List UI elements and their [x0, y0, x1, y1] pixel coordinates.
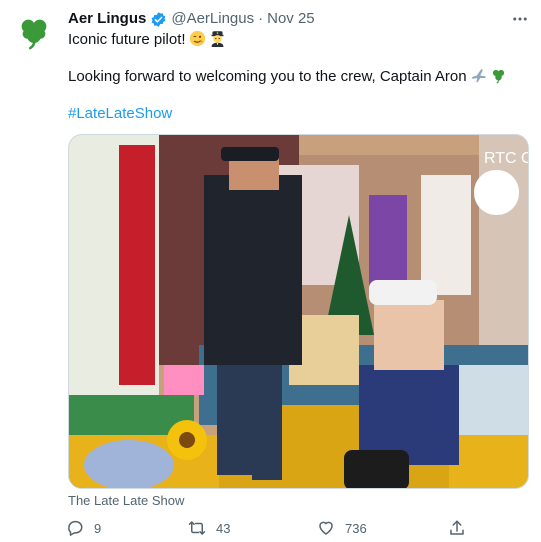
tweet-header: Aer Lingus @AerLingus · Nov 25	[68, 9, 527, 29]
media-caption[interactable]: The Late Late Show	[68, 493, 184, 509]
retweet-icon	[188, 521, 206, 535]
tweet-media-photo[interactable]: RTC ON	[68, 134, 529, 489]
shamrock-icon	[21, 19, 47, 50]
photo-scene: RTC ON	[69, 135, 529, 488]
tweet-line-1: Iconic future pilot!	[68, 30, 226, 50]
like-count: 736	[345, 520, 367, 536]
winking-face-emoji-icon	[189, 30, 206, 53]
more-options-icon[interactable]	[509, 8, 531, 30]
reply-count: 9	[94, 520, 102, 536]
share-button[interactable]	[448, 517, 466, 539]
hashtag-link[interactable]: #LateLateShow	[68, 104, 172, 124]
tweet-timestamp[interactable]: Nov 25	[267, 9, 315, 29]
retweet-button[interactable]: 43	[188, 517, 230, 539]
tweet-line-2: Looking forward to welcoming you to the …	[68, 67, 507, 87]
author-name[interactable]: Aer Lingus	[68, 9, 146, 29]
avatar[interactable]	[14, 12, 54, 52]
like-button[interactable]: 736	[317, 517, 367, 539]
tweet[interactable]: Aer Lingus @AerLingus · Nov 25 Iconic fu…	[0, 0, 541, 542]
author-handle[interactable]: @AerLingus	[171, 9, 254, 29]
header-separator: ·	[258, 10, 264, 27]
verified-badge-icon	[150, 11, 167, 28]
share-icon	[450, 520, 464, 535]
tweet-action-bar: 9 43 736	[60, 517, 470, 539]
pilot-emoji-icon	[209, 30, 226, 53]
retweet-count: 43	[216, 520, 231, 536]
tweet-line-2-text: Looking forward to welcoming you to the …	[68, 68, 467, 85]
photo-sign-text: RTC ON	[484, 150, 529, 167]
reply-icon	[68, 520, 83, 536]
shamrock-emoji-icon	[490, 67, 507, 90]
heart-icon	[319, 521, 333, 535]
tweet-line-1-text: Iconic future pilot!	[68, 31, 186, 48]
airplane-emoji-icon	[470, 67, 487, 90]
reply-button[interactable]: 9	[66, 517, 101, 539]
